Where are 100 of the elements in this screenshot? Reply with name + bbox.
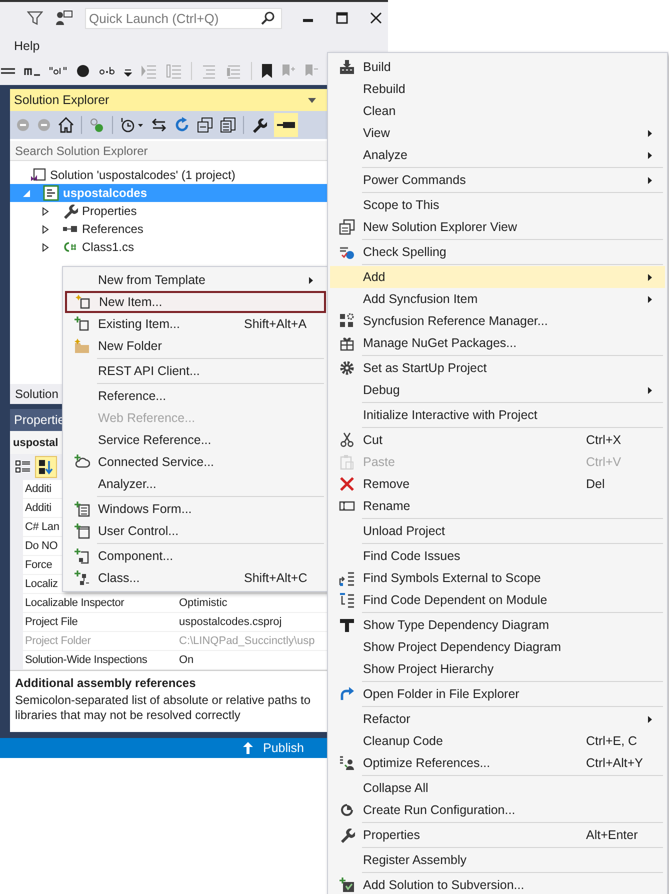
menu-item[interactable]: Initialize Interactive with Project (330, 404, 665, 426)
menu-item[interactable]: Remove Del (330, 473, 665, 495)
menu-item[interactable]: Show Project Dependency Diagram (330, 636, 665, 658)
menu-item[interactable]: REST API Client... (65, 360, 326, 382)
format-icon[interactable] (24, 66, 40, 76)
menu-item[interactable]: Create Run Configuration... (330, 799, 665, 821)
shortcut-label: Ctrl+X (586, 433, 622, 447)
menu-item[interactable]: Properties Alt+Enter (330, 824, 665, 846)
wrench-icon[interactable] (251, 117, 267, 134)
menu-item[interactable]: Find Symbols External to Scope (330, 567, 665, 589)
tree-item[interactable]: References (10, 220, 328, 238)
submenu-arrow-icon (648, 152, 652, 158)
shortcut-label: Ctrl+Alt+Y (586, 756, 643, 770)
menu-item[interactable]: Cut Ctrl+X (330, 429, 665, 451)
menu-item[interactable]: New Item... (65, 291, 326, 313)
menu-item[interactable]: Unload Project (330, 520, 665, 542)
menu-item[interactable]: New Folder (65, 335, 326, 357)
class-icon (74, 570, 90, 586)
menu-item[interactable]: Check Spelling (330, 241, 665, 263)
sync-icon[interactable] (151, 117, 167, 134)
dot-icon[interactable] (76, 64, 90, 78)
menu-item[interactable]: Scope to This (330, 194, 665, 216)
menu-item[interactable]: User Control... (65, 520, 326, 542)
copy-icon[interactable] (220, 117, 236, 134)
menu-item[interactable]: Find Code Issues (330, 545, 665, 567)
tree-item[interactable]: Properties (10, 202, 328, 220)
menu-item[interactable]: Windows Form... (65, 498, 326, 520)
menu-item[interactable]: Rename (330, 495, 665, 517)
menu-item[interactable]: View (330, 122, 665, 144)
tree-item[interactable]: Class1.cs (10, 238, 328, 256)
tree-item[interactable]: Solution 'uspostalcodes' (1 project) (10, 166, 328, 184)
quick-launch-field[interactable]: Quick Launch (Ctrl+Q) (85, 8, 282, 29)
t-shape-icon (339, 617, 355, 633)
property-value[interactable]: On (175, 654, 194, 666)
menu-item[interactable]: Show Type Dependency Diagram (330, 614, 665, 636)
menu-item[interactable]: New from Template (65, 269, 326, 291)
menu-item[interactable]: Find Code Dependent on Module (330, 589, 665, 611)
menu-item[interactable]: Debug (330, 379, 665, 401)
collapse-all-icon[interactable] (197, 117, 213, 134)
menu-item[interactable]: Component... (65, 545, 326, 567)
menu-item[interactable]: Manage NuGet Packages... (330, 332, 665, 354)
property-value[interactable]: uspostalcodes.csproj (175, 616, 282, 628)
format-icon[interactable] (99, 66, 115, 76)
menu-item[interactable]: Class... Shift+Alt+C (65, 567, 326, 589)
publish-button[interactable]: Publish (243, 741, 304, 756)
shortcut-label: Shift+Alt+C (244, 571, 308, 585)
add-file-icon (74, 316, 90, 332)
menu-item[interactable]: Cleanup Code Ctrl+E, C (330, 730, 665, 752)
dropdown-icon[interactable] (308, 98, 316, 103)
list-arrow-icon (339, 570, 355, 586)
pin-button[interactable] (274, 113, 298, 138)
menu-item[interactable]: Reference... (65, 385, 326, 407)
menu-item[interactable]: Show Project Hierarchy (330, 658, 665, 680)
menu-bar-item[interactable]: Help (14, 39, 40, 54)
menu-item[interactable]: Open Folder in File Explorer (330, 683, 665, 705)
panel-tab[interactable]: Solution (10, 387, 58, 402)
panel-title: Propertie (14, 413, 65, 428)
quote-icon[interactable] (49, 66, 67, 76)
alphabetical-button[interactable] (35, 456, 57, 478)
refresh-icon[interactable] (174, 117, 190, 134)
menu-item[interactable]: Service Reference... (65, 429, 326, 451)
history-icon[interactable] (120, 117, 144, 134)
expander-icon[interactable] (41, 242, 50, 252)
description-text: Semicolon-separated list of absolute or relative paths to libraries that may not be resolved correctly (15, 693, 312, 724)
menu-item[interactable]: Add Solution to Subversion... (330, 874, 665, 894)
clipboard-icon (339, 454, 355, 470)
menu-item[interactable]: Rebuild (330, 78, 665, 100)
home-icon[interactable] (58, 117, 74, 134)
menu-item[interactable]: Add (330, 266, 665, 288)
lines-icon[interactable] (1, 66, 15, 76)
menu-item[interactable]: Analyzer... (65, 473, 326, 495)
menu-item[interactable]: Add Syncfusion Item (330, 288, 665, 310)
menu-item[interactable]: Power Commands (330, 169, 665, 191)
menu-item[interactable]: Optimize References... Ctrl+Alt+Y (330, 752, 665, 774)
solution-icon (30, 167, 46, 184)
menu-item[interactable]: Collapse All (330, 777, 665, 799)
menu-item[interactable]: Existing Item... Shift+Alt+A (65, 313, 326, 335)
search-icon[interactable] (261, 11, 275, 26)
property-value[interactable]: Optimistic (175, 597, 228, 610)
menu-item[interactable]: Clean (330, 100, 665, 122)
categorized-icon[interactable] (15, 459, 31, 476)
menu-item[interactable]: Build (330, 56, 665, 78)
folder-icon (74, 338, 90, 354)
menu-item[interactable]: Analyze (330, 144, 665, 166)
maximize-icon[interactable] (336, 12, 348, 24)
bookmark-icon[interactable] (261, 63, 273, 80)
feedback-icon[interactable] (55, 10, 73, 26)
expander-icon[interactable] (41, 206, 50, 216)
close-icon[interactable] (370, 12, 382, 24)
menu-item[interactable]: Syncfusion Reference Manager... (330, 310, 665, 332)
menu-item[interactable]: Set as StartUp Project (330, 357, 665, 379)
menu-item[interactable]: Register Assembly (330, 849, 665, 871)
expander-icon[interactable] (41, 224, 50, 234)
indent-icon (141, 63, 157, 80)
filter-icon[interactable] (27, 10, 43, 26)
menu-item[interactable]: Refactor (330, 708, 665, 730)
shortcut-label: Shift+Alt+A (244, 317, 307, 331)
menu-item[interactable]: New Solution Explorer View (330, 216, 665, 238)
search-field[interactable]: Search Solution Explorer (10, 141, 328, 162)
circle-arrow-icon (339, 802, 355, 818)
